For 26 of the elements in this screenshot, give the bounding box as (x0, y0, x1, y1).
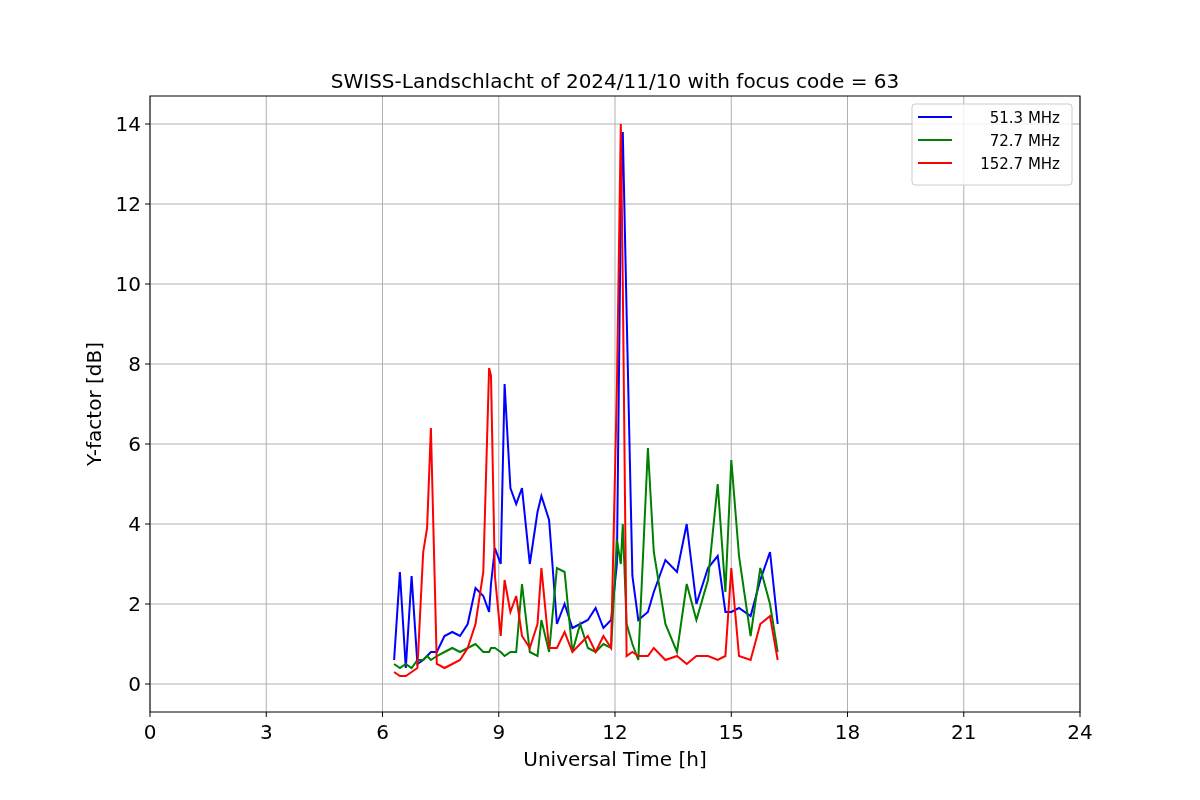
tick-label: 21 (951, 720, 977, 744)
tick-label: 6 (376, 720, 389, 744)
tick-label: 9 (492, 720, 506, 744)
legend-line-icon (917, 139, 953, 141)
legend-label: 152.7 MHz (980, 155, 1060, 173)
tick-label: 6 (128, 432, 141, 456)
tick-label: 10 (115, 272, 141, 296)
tick-label: 8 (128, 352, 141, 376)
tick-label: 18 (834, 720, 861, 744)
tick-label: 4 (128, 512, 141, 536)
legend-label: 51.3 MHz (989, 109, 1060, 127)
chart-title: SWISS-Landschlacht of 2024/11/10 with focus code = 63 (330, 69, 900, 93)
tick-label: 15 (718, 720, 744, 744)
tick-label: 0 (128, 672, 141, 696)
legend-line-icon (917, 116, 953, 118)
tick-label: 3 (259, 720, 273, 744)
legend-line-icon (917, 162, 953, 164)
axis-label: Y-factor [dB] (82, 342, 106, 466)
tick-label: 12 (115, 192, 141, 216)
axis-label: Universal Time [h] (523, 747, 707, 771)
tick-label: 12 (602, 720, 628, 744)
tick-label: 24 (1067, 720, 1093, 744)
tick-label: 2 (128, 592, 141, 616)
tick-label: 0 (143, 720, 157, 744)
tick-label: 14 (115, 112, 141, 136)
legend-label: 72.7 MHz (989, 132, 1060, 150)
